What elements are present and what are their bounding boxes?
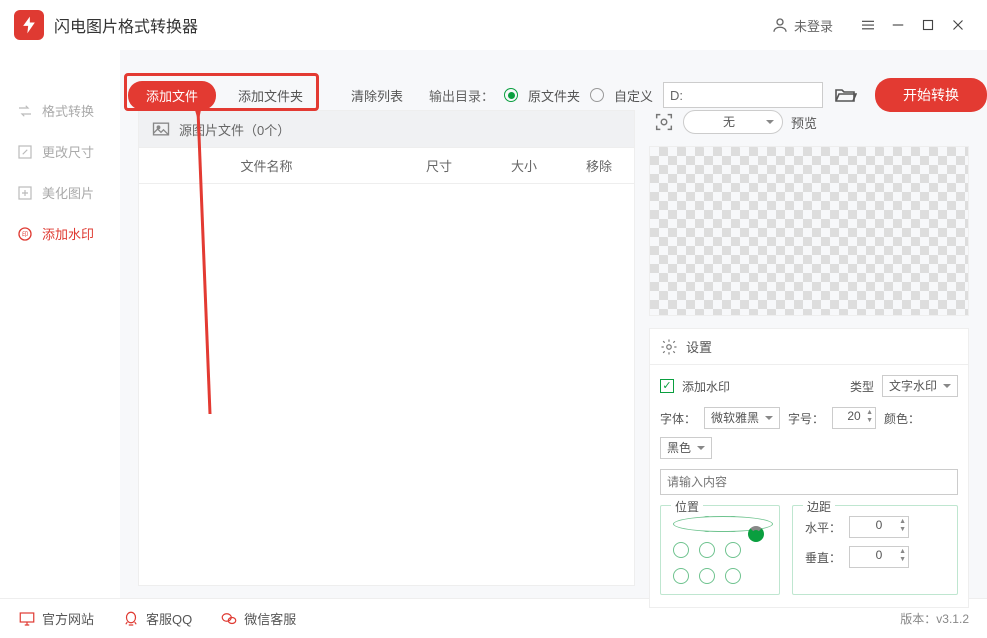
image-icon (151, 119, 171, 139)
preview-bar: 无 预览 (649, 110, 969, 134)
h-margin-stepper[interactable]: 0▲▼ (849, 516, 909, 538)
pos-ml[interactable] (673, 542, 689, 558)
output-label: 输出目录： (429, 86, 494, 105)
font-select[interactable]: 微软雅黑 (704, 407, 780, 429)
col-size: 尺寸 (394, 148, 484, 183)
monitor-icon (18, 610, 36, 628)
col-bytes: 大小 (484, 148, 564, 183)
wechat-icon (220, 610, 238, 628)
settings-header: 设置 (650, 329, 968, 365)
minimize-button[interactable] (883, 10, 913, 40)
out-src-radio[interactable] (504, 88, 518, 102)
app-title: 闪电图片格式转换器 (54, 13, 198, 37)
sidebar-item-format[interactable]: 格式转换 (0, 90, 120, 131)
file-table-head: 文件名称 尺寸 大小 移除 (139, 148, 634, 184)
position-legend: 位置 (671, 498, 703, 515)
preview-label: 预览 (791, 113, 817, 132)
v-margin-label: 垂直： (805, 549, 841, 566)
start-convert-button[interactable]: 开始转换 (875, 78, 987, 112)
sidebar-item-label: 更改尺寸 (42, 142, 94, 161)
settings-title: 设置 (686, 337, 712, 356)
file-panel-title: 源图片文件（0个） (179, 120, 290, 139)
sidebar-item-resize[interactable]: 更改尺寸 (0, 131, 120, 172)
pos-br[interactable] (725, 568, 741, 584)
scan-icon (653, 111, 675, 133)
output-path-input[interactable] (663, 82, 823, 108)
stamp-icon: 印 (16, 225, 34, 243)
watermark-checkbox[interactable] (660, 379, 674, 393)
pos-bl[interactable] (673, 568, 689, 584)
qq-icon (122, 610, 140, 628)
close-button[interactable] (943, 10, 973, 40)
app-logo (14, 10, 44, 40)
sidebar-item-label: 添加水印 (42, 224, 94, 243)
gear-icon (660, 338, 678, 356)
resize-icon (16, 143, 34, 161)
size-label: 字号： (788, 410, 824, 427)
margin-legend: 边距 (803, 498, 835, 515)
type-select[interactable]: 文字水印 (882, 375, 958, 397)
v-margin-stepper[interactable]: 0▲▼ (849, 546, 909, 568)
h-margin-label: 水平： (805, 519, 841, 536)
type-label: 类型 (850, 378, 874, 395)
sidebar-item-label: 美化图片 (42, 183, 94, 202)
login-label: 未登录 (794, 16, 833, 35)
svg-text:印: 印 (22, 231, 28, 238)
swap-icon (16, 102, 34, 120)
pos-bc[interactable] (699, 568, 715, 584)
add-file-button[interactable]: 添加文件 (128, 81, 216, 110)
file-panel: 源图片文件（0个） 文件名称 尺寸 大小 移除 (138, 110, 635, 586)
col-name: 文件名称 (139, 148, 394, 183)
browse-folder-button[interactable] (833, 85, 857, 105)
col-remove: 移除 (564, 148, 634, 183)
right-panel: 无 预览 设置 添加水印 类型 文字水印 (649, 110, 969, 586)
preview-canvas (649, 146, 969, 316)
titlebar: 闪电图片格式转换器 未登录 (0, 0, 987, 50)
login-button[interactable]: 未登录 (771, 16, 833, 35)
official-site-link[interactable]: 官方网站 (18, 609, 94, 628)
sidebar-item-watermark[interactable]: 印 添加水印 (0, 213, 120, 254)
pos-mr[interactable] (725, 542, 741, 558)
out-custom-radio[interactable] (590, 88, 604, 102)
watermark-text-input[interactable] (660, 469, 958, 495)
watermark-label: 添加水印 (682, 378, 730, 395)
color-label: 颜色： (884, 410, 920, 427)
version-label: 版本：v3.1.2 (900, 610, 969, 627)
position-grid (673, 516, 767, 586)
out-custom-label: 自定义 (614, 86, 653, 105)
toolbar: 添加文件 添加文件夹 清除列表 输出目录： 原文件夹 自定义 开始转换 (128, 78, 987, 112)
folder-open-icon (833, 83, 857, 107)
color-select[interactable]: 黑色 (660, 437, 712, 459)
font-label: 字体： (660, 410, 696, 427)
sidebar-item-beautify[interactable]: 美化图片 (0, 172, 120, 213)
main-area: 源图片文件（0个） 文件名称 尺寸 大小 移除 无 预览 设置 (120, 50, 987, 598)
size-stepper[interactable]: 20▲▼ (832, 407, 876, 429)
sidebar: 格式转换 更改尺寸 美化图片 印 添加水印 (0, 50, 120, 598)
add-folder-button[interactable]: 添加文件夹 (224, 81, 317, 110)
qq-support-link[interactable]: 客服QQ (122, 609, 192, 628)
wechat-support-link[interactable]: 微信客服 (220, 609, 296, 628)
file-table-body (139, 184, 634, 585)
sidebar-item-label: 格式转换 (42, 101, 94, 120)
clear-list-button[interactable]: 清除列表 (337, 81, 417, 110)
menu-button[interactable] (853, 10, 883, 40)
settings-panel: 设置 添加水印 类型 文字水印 字体： 微软雅黑 字号： 20▲▼ (649, 328, 969, 608)
pos-mc[interactable] (699, 542, 715, 558)
preview-select[interactable]: 无 (683, 110, 783, 134)
pos-tl[interactable] (673, 516, 773, 532)
file-panel-header: 源图片文件（0个） (139, 111, 634, 148)
maximize-button[interactable] (913, 10, 943, 40)
out-src-label: 原文件夹 (528, 86, 580, 105)
sparkle-icon (16, 184, 34, 202)
